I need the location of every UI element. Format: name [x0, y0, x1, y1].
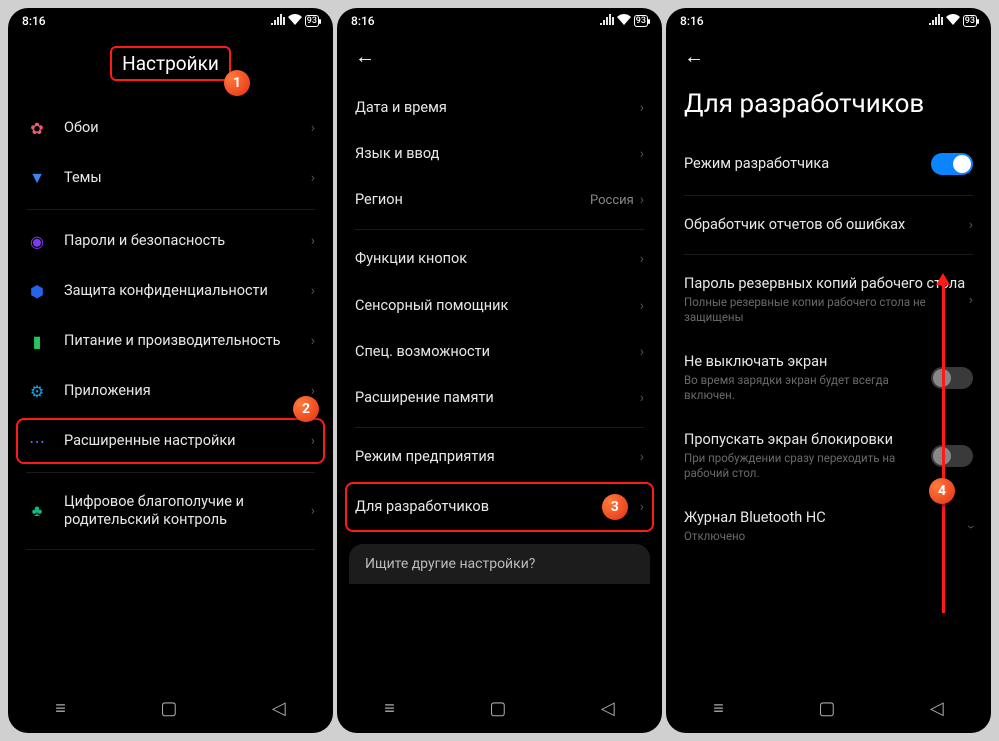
item-developer-options[interactable]: Для разработчиков 3 ›	[355, 480, 644, 534]
item-stay-awake[interactable]: Не выключать экран Во время зарядки экра…	[684, 339, 973, 417]
statusbar: 8:16 93	[337, 8, 662, 32]
chevron-right-icon: ›	[640, 298, 644, 314]
brush-icon: ▼	[26, 167, 48, 189]
item-backup-password[interactable]: Пароль резервных копий рабочего стола По…	[684, 261, 973, 339]
chevron-expand-icon: ›	[963, 525, 979, 529]
chevron-right-icon: ›	[311, 170, 315, 186]
settings-item-apps[interactable]: ⚙ Приложения ›	[26, 366, 315, 416]
nav-home-icon[interactable]: ▢	[489, 698, 506, 719]
battery-icon: 93	[963, 15, 977, 27]
settings-item-advanced[interactable]: ⋯ Расширенные настройки ›	[26, 416, 315, 466]
chevron-right-icon: ›	[640, 499, 644, 515]
wifi-icon	[946, 14, 960, 28]
flower-icon: ✿	[26, 117, 48, 139]
item-memory-extension[interactable]: Расширение памяти ›	[355, 375, 644, 421]
settings-item-wellbeing[interactable]: ♣ Цифровое благополучие и родительский к…	[26, 479, 315, 543]
badge-1: 1	[224, 70, 250, 96]
person-icon: ♣	[26, 500, 48, 522]
nav-home-icon[interactable]: ▢	[160, 698, 177, 719]
phone-screen-1: 8:16 93 Настройки 1 ✿ Обои › ▼ Темы ›	[8, 8, 333, 733]
gear-icon: ⚙	[26, 380, 48, 402]
statusbar: 8:16 93	[666, 8, 991, 32]
wifi-icon	[288, 14, 302, 28]
item-accessibility[interactable]: Спец. возможности ›	[355, 329, 644, 375]
item-developer-mode[interactable]: Режим разработчика	[684, 139, 973, 189]
chevron-right-icon: ›	[640, 192, 644, 208]
battery-icon: 93	[305, 15, 319, 27]
badge-4: 4	[929, 478, 955, 504]
nav-menu-icon[interactable]: ≡	[55, 698, 66, 719]
item-date-time[interactable]: Дата и время ›	[355, 85, 644, 131]
chevron-right-icon: ›	[311, 333, 315, 349]
clock: 8:16	[22, 14, 46, 28]
badge-2: 2	[293, 396, 319, 422]
chevron-right-icon: ›	[311, 433, 315, 449]
navbar: ≡ ▢ ◁	[666, 686, 991, 733]
nav-back-icon[interactable]: ◁	[601, 698, 615, 719]
nav-menu-icon[interactable]: ≡	[713, 698, 724, 719]
chevron-right-icon: ›	[640, 100, 644, 116]
settings-item-passwords[interactable]: ◉ Пароли и безопасность ›	[26, 216, 315, 266]
item-skip-lockscreen[interactable]: Пропускать экран блокировки При пробужде…	[684, 417, 973, 495]
chevron-right-icon: ›	[969, 292, 973, 308]
page-title-highlight: Настройки	[110, 46, 231, 81]
page-title: Для разработчиков	[684, 89, 924, 119]
page-title: Настройки	[122, 52, 219, 75]
item-touch-assistant[interactable]: Сенсорный помощник ›	[355, 283, 644, 329]
clock: 8:16	[680, 14, 704, 28]
item-region[interactable]: Регион Россия ›	[355, 177, 644, 223]
chevron-right-icon: ›	[640, 251, 644, 267]
chevron-right-icon: ›	[311, 503, 315, 519]
settings-item-privacy[interactable]: ⬢ Защита конфиденциальности ›	[26, 266, 315, 316]
wifi-icon	[617, 14, 631, 28]
navbar: ≡ ▢ ◁	[8, 686, 333, 733]
nav-home-icon[interactable]: ▢	[818, 698, 835, 719]
shield-icon: ⬢	[26, 280, 48, 302]
settings-item-themes[interactable]: ▼ Темы ›	[26, 153, 315, 203]
item-bugreport-handler[interactable]: Обработчик отчетов об ошибках ›	[684, 202, 973, 248]
toggle-developer-mode[interactable]	[931, 153, 973, 175]
search-other-settings[interactable]: Ищите другие настройки?	[349, 544, 650, 584]
fingerprint-icon: ◉	[26, 230, 48, 252]
toggle-stay-awake[interactable]	[931, 367, 973, 389]
nav-back-icon[interactable]: ◁	[272, 698, 286, 719]
chevron-right-icon: ›	[311, 283, 315, 299]
annotation-arrow-up	[942, 283, 945, 613]
dots-icon: ⋯	[26, 430, 48, 452]
back-button[interactable]: ←	[684, 32, 704, 73]
item-bt-hci-log[interactable]: Журнал Bluetooth HC Отключено ›	[684, 495, 973, 558]
signal-icon	[929, 14, 943, 28]
badge-3: 3	[602, 494, 628, 520]
chevron-right-icon: ›	[640, 390, 644, 406]
item-language[interactable]: Язык и ввод ›	[355, 131, 644, 177]
clock: 8:16	[351, 14, 375, 28]
phone-screen-2: 8:16 93 ← Дата и время › Язык и ввод › Р…	[337, 8, 662, 733]
statusbar: 8:16 93	[8, 8, 333, 32]
settings-item-battery[interactable]: ▮ Питание и производительность ›	[26, 316, 315, 366]
battery-icon: 93	[634, 15, 648, 27]
item-enterprise-mode[interactable]: Режим предприятия ›	[355, 434, 644, 480]
signal-icon	[600, 14, 614, 28]
signal-icon	[271, 14, 285, 28]
chevron-right-icon: ›	[640, 146, 644, 162]
nav-back-icon[interactable]: ◁	[930, 698, 944, 719]
settings-item-wallpaper[interactable]: ✿ Обои ›	[26, 103, 315, 153]
item-button-functions[interactable]: Функции кнопок ›	[355, 236, 644, 282]
chevron-right-icon: ›	[969, 217, 973, 233]
battery-item-icon: ▮	[26, 330, 48, 352]
back-button[interactable]: ←	[355, 32, 375, 73]
nav-menu-icon[interactable]: ≡	[384, 698, 395, 719]
navbar: ≡ ▢ ◁	[337, 686, 662, 733]
chevron-right-icon: ›	[640, 344, 644, 360]
chevron-right-icon: ›	[640, 449, 644, 465]
toggle-skip-lockscreen[interactable]	[931, 445, 973, 467]
chevron-right-icon: ›	[311, 233, 315, 249]
chevron-right-icon: ›	[311, 120, 315, 136]
phone-screen-3: 8:16 93 ← Для разработчиков Режим разраб…	[666, 8, 991, 733]
